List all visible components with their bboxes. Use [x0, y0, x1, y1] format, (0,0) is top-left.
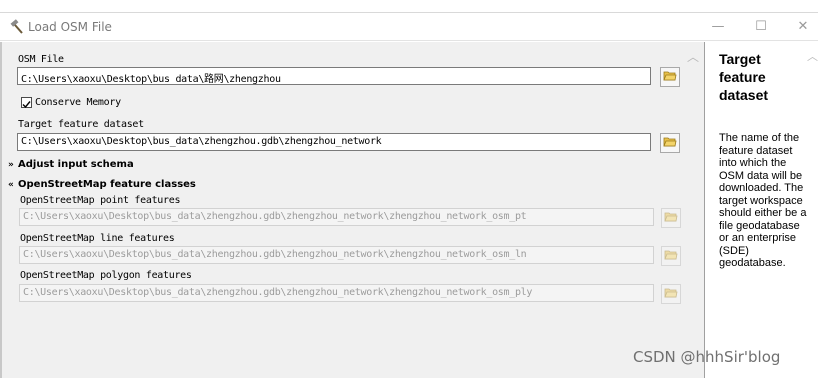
- folder-open-icon: [664, 211, 678, 226]
- target-dataset-browse-button[interactable]: [660, 133, 680, 153]
- hammer-icon: [9, 19, 25, 35]
- point-features-label: OpenStreetMap point features: [20, 195, 181, 206]
- close-button[interactable]: ✕: [794, 18, 812, 36]
- folder-open-icon: [664, 287, 678, 302]
- help-body: The name of the feature dataset into whi…: [719, 132, 807, 269]
- line-features-browse-button: [661, 246, 681, 266]
- line-features-label: OpenStreetMap line features: [20, 233, 175, 244]
- feature-classes-title: OpenStreetMap feature classes: [18, 179, 196, 190]
- top-strip: [0, 0, 818, 12]
- polygon-features-browse-button: [661, 284, 681, 304]
- line-features-input: C:\Users\xaoxu\Desktop\bus_data\zhengzho…: [19, 246, 654, 264]
- minimize-button[interactable]: —: [709, 18, 727, 36]
- polygon-features-label: OpenStreetMap polygon features: [20, 270, 192, 281]
- conserve-memory-label: Conserve Memory: [35, 97, 121, 108]
- polygon-features-input: C:\Users\xaoxu\Desktop\bus_data\zhengzho…: [19, 284, 654, 302]
- help-pane: ︿ Target feature dataset The name of the…: [704, 42, 818, 378]
- dialog-window: Load OSM File — ☐ ✕ ︿ OSM File C:\Users\…: [0, 12, 818, 378]
- target-dataset-label: Target feature dataset: [18, 119, 144, 130]
- point-features-browse-button: [661, 208, 681, 228]
- target-dataset-input[interactable]: C:\Users\xaoxu\Desktop\bus_data\zhengzho…: [17, 133, 651, 151]
- chevron-up-icon[interactable]: ︿: [687, 48, 699, 65]
- chevron-double-up-icon: «: [8, 180, 14, 190]
- help-title: Target feature dataset: [719, 51, 769, 103]
- osm-file-input[interactable]: C:\Users\xaoxu\Desktop\bus_data\路网\zheng…: [17, 67, 651, 85]
- checkmark-icon: [22, 101, 31, 109]
- watermark: CSDN @hhhSir'blog: [633, 348, 781, 366]
- conserve-memory-checkbox[interactable]: [21, 97, 32, 109]
- feature-classes-section[interactable]: « OpenStreetMap feature classes: [8, 179, 196, 190]
- adjust-schema-title: Adjust input schema: [18, 159, 134, 170]
- parameters-pane: ︿ OSM File C:\Users\xaoxu\Desktop\bus_da…: [0, 42, 704, 378]
- folder-open-icon: [663, 70, 677, 85]
- title-bar: Load OSM File — ☐ ✕: [0, 13, 818, 41]
- folder-open-icon: [663, 136, 677, 151]
- point-features-input: C:\Users\xaoxu\Desktop\bus_data\zhengzho…: [19, 208, 654, 226]
- folder-open-icon: [664, 249, 678, 264]
- adjust-schema-section[interactable]: » Adjust input schema: [8, 159, 134, 170]
- window-title: Load OSM File: [28, 20, 112, 34]
- osm-file-browse-button[interactable]: [660, 67, 680, 87]
- osm-file-label: OSM File: [18, 54, 64, 65]
- maximize-button[interactable]: ☐: [752, 18, 770, 36]
- chevron-double-down-icon: »: [8, 160, 14, 170]
